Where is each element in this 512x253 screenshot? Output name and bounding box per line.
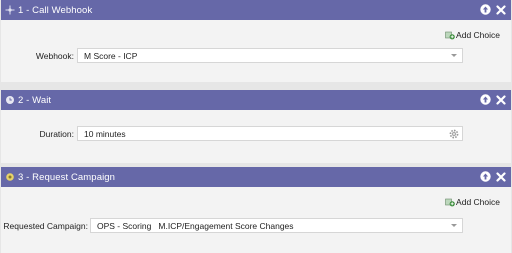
move-up-button[interactable] [480,4,491,15]
webhook-label: Webhook: [35,51,74,61]
add-choice-label: Add Choice [456,197,500,207]
requested-campaign-value: OPS - Scoring M.ICP/Engagement Score Cha… [97,220,294,231]
step-body: Duration: 10 minutes [1,110,511,163]
add-choice-icon [445,198,455,207]
step-header[interactable]: 1 - Call Webhook [1,0,511,20]
webhook-select[interactable]: M Score - ICP [77,48,463,63]
chevron-down-icon [451,54,457,57]
duration-label: Duration: [39,129,75,139]
add-choice-button[interactable]: Add Choice [445,197,500,207]
webhook-icon [5,5,15,15]
step-header[interactable]: 3 - Request Campaign [1,167,511,187]
step-title: 2 - Wait [18,94,52,106]
requested-campaign-label: Requested Campaign: [3,221,88,231]
duration-input-value: 10 minutes [84,128,126,139]
move-up-button[interactable] [480,94,491,105]
gear-icon[interactable] [449,129,459,141]
campaign-icon [5,172,15,182]
close-icon [495,4,506,15]
close-icon [495,94,506,105]
remove-step-button[interactable] [495,171,506,182]
flow-step-call-webhook: 1 - Call Webhook Add Choice Webhook: M S… [1,0,511,82]
step-title: 3 - Request Campaign [18,171,116,183]
remove-step-button[interactable] [495,4,506,15]
flow-step-wait: 2 - Wait Duration: 10 minutes [1,90,511,163]
arrow-up-icon [480,171,491,182]
chevron-down-icon [451,224,457,227]
close-icon [495,171,506,182]
step-title: 1 - Call Webhook [18,4,93,16]
duration-input[interactable]: 10 minutes [77,126,463,141]
webhook-select-value: M Score - ICP [84,50,138,61]
requested-campaign-select[interactable]: OPS - Scoring M.ICP/Engagement Score Cha… [90,218,463,233]
clock-icon [5,95,15,105]
move-up-button[interactable] [480,171,491,182]
add-choice-button[interactable]: Add Choice [445,30,500,40]
remove-step-button[interactable] [495,94,506,105]
step-header[interactable]: 2 - Wait [1,90,511,110]
flow-step-request-campaign: 3 - Request Campaign Add Choice Requeste… [1,167,511,253]
step-body: Add Choice Requested Campaign: OPS - Sco… [1,187,511,253]
arrow-up-icon [480,94,491,105]
step-body: Add Choice Webhook: M Score - ICP [1,20,511,82]
add-choice-icon [445,31,455,40]
arrow-up-icon [480,4,491,15]
add-choice-label: Add Choice [456,30,500,40]
